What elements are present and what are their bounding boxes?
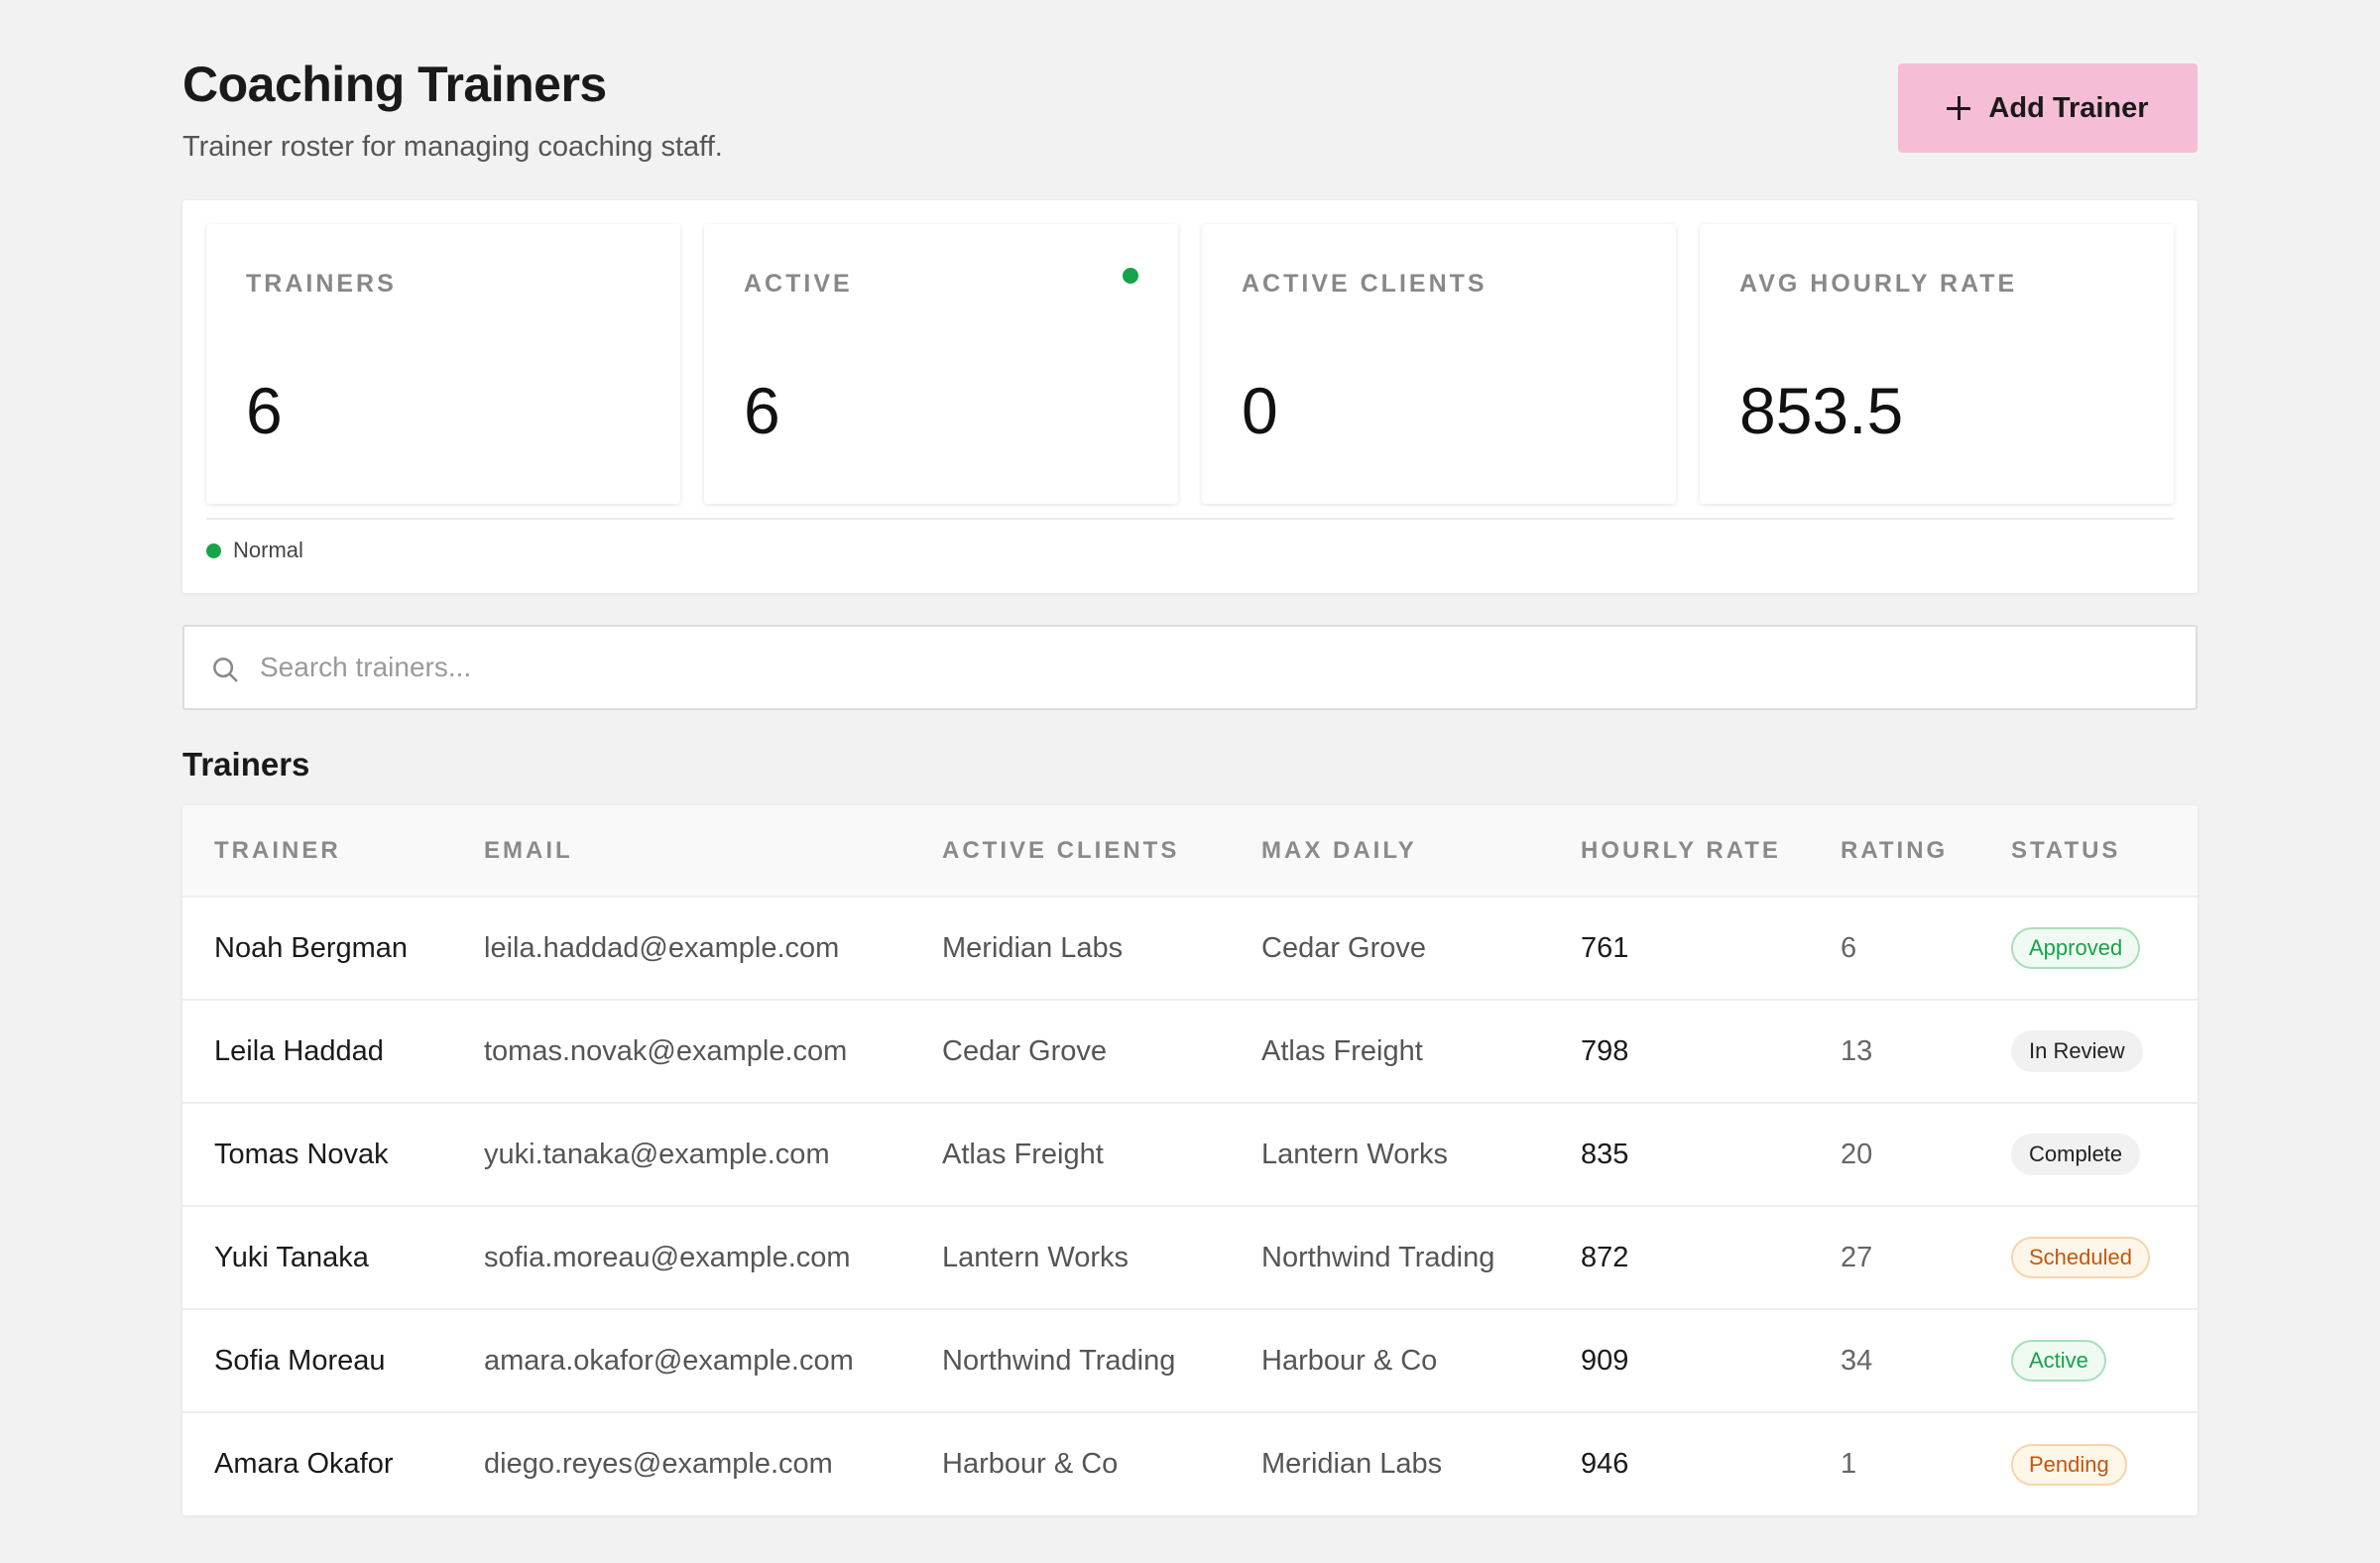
status-badge: Scheduled <box>2011 1237 2150 1278</box>
search-input[interactable] <box>260 627 2174 708</box>
column-header-trainer[interactable]: TRAINER <box>182 805 452 897</box>
stat-card-active-clients: ACTIVE CLIENTS 0 <box>1202 224 1676 504</box>
plus-icon <box>1947 96 1971 120</box>
cell-trainer: Noah Bergman <box>214 931 409 964</box>
cell-trainer: Amara Okafor <box>214 1448 394 1480</box>
cell-rating: 20 <box>1841 1138 1873 1170</box>
status-dot-icon <box>206 542 221 558</box>
cell-hourly-rate: 909 <box>1581 1344 1629 1377</box>
cell-email: tomas.novak@example.com <box>484 1034 848 1067</box>
status-legend-label: Normal <box>233 538 303 562</box>
status-legend: Normal <box>206 538 303 563</box>
add-trainer-label: Add Trainer <box>1988 91 2149 124</box>
cell-trainer: Yuki Tanaka <box>214 1241 369 1273</box>
table-row[interactable]: Sofia Moreau amara.okafor@example.com No… <box>182 1309 2198 1412</box>
stat-value: 0 <box>1242 374 1278 447</box>
page-header: Coaching Trainers Trainer roster for man… <box>182 52 2198 163</box>
stat-card-active: ACTIVE 6 <box>704 224 1178 504</box>
column-header-rating[interactable]: RATING <box>1809 805 1979 897</box>
cell-active-clients: Northwind Trading <box>942 1344 1176 1377</box>
column-header-max-daily[interactable]: MAX DAILY <box>1230 805 1549 897</box>
table-row[interactable]: Noah Bergman leila.haddad@example.com Me… <box>182 897 2198 1000</box>
cell-status: In Review <box>1979 1000 2198 1103</box>
page-title: Coaching Trainers <box>182 57 607 112</box>
column-header-status[interactable]: STATUS <box>1979 805 2198 897</box>
column-header-hourly-rate[interactable]: HOURLY RATE <box>1549 805 1809 897</box>
table-header-row: TRAINER EMAIL ACTIVE CLIENTS MAX DAILY H… <box>182 805 2198 897</box>
add-trainer-button[interactable]: Add Trainer <box>1898 63 2198 153</box>
stats-panel: TRAINERS 6 ACTIVE 6 ACTIVE CLIENTS 0 AVG… <box>182 200 2198 593</box>
cell-status: Complete <box>1979 1103 2198 1206</box>
cell-email: yuki.tanaka@example.com <box>484 1138 830 1170</box>
cell-active-clients: Atlas Freight <box>942 1138 1104 1170</box>
cell-active-clients: Meridian Labs <box>942 931 1124 964</box>
page-subtitle: Trainer roster for managing coaching sta… <box>182 131 723 163</box>
search-icon <box>213 658 238 682</box>
stats-divider <box>206 518 2174 520</box>
cell-rating: 13 <box>1841 1034 1873 1067</box>
cell-rating: 34 <box>1841 1344 1873 1377</box>
table-row[interactable]: Yuki Tanaka sofia.moreau@example.com Lan… <box>182 1206 2198 1309</box>
cell-active-clients: Lantern Works <box>942 1241 1130 1273</box>
column-header-email[interactable]: EMAIL <box>452 805 910 897</box>
status-badge: Approved <box>2011 927 2141 969</box>
cell-active-clients: Cedar Grove <box>942 1034 1108 1067</box>
status-badge: Pending <box>2011 1443 2127 1486</box>
cell-max-daily: Atlas Freight <box>1261 1034 1423 1067</box>
cell-hourly-rate: 872 <box>1581 1241 1629 1273</box>
column-header-active-clients[interactable]: ACTIVE CLIENTS <box>910 805 1230 897</box>
cell-trainer: Leila Haddad <box>214 1034 384 1067</box>
cell-max-daily: Lantern Works <box>1261 1138 1449 1170</box>
status-dot-icon <box>1123 268 1138 284</box>
stat-card-trainers: TRAINERS 6 <box>206 224 680 504</box>
cell-email: sofia.moreau@example.com <box>484 1241 851 1273</box>
cell-rating: 1 <box>1841 1448 1857 1480</box>
cell-trainer: Tomas Novak <box>214 1138 389 1170</box>
table-row[interactable]: Leila Haddad tomas.novak@example.com Ced… <box>182 1000 2198 1103</box>
status-badge: Complete <box>2011 1134 2141 1175</box>
search-box <box>182 625 2198 710</box>
table-row[interactable]: Tomas Novak yuki.tanaka@example.com Atla… <box>182 1103 2198 1206</box>
cell-rating: 27 <box>1841 1241 1873 1273</box>
status-badge: Active <box>2011 1340 2106 1382</box>
cell-email: diego.reyes@example.com <box>484 1448 833 1480</box>
stat-label: ACTIVE <box>744 270 853 298</box>
status-badge: In Review <box>2011 1030 2143 1072</box>
stat-card-avg-hourly-rate: AVG HOURLY RATE 853.5 <box>1700 224 2174 504</box>
cell-hourly-rate: 761 <box>1581 931 1629 964</box>
cell-rating: 6 <box>1841 931 1857 964</box>
cell-email: leila.haddad@example.com <box>484 931 840 964</box>
stat-value: 6 <box>744 374 780 447</box>
stat-label: ACTIVE CLIENTS <box>1242 270 1488 298</box>
section-title: Trainers <box>182 746 310 782</box>
cell-email: amara.okafor@example.com <box>484 1344 854 1377</box>
stat-value: 853.5 <box>1739 374 1904 447</box>
cell-max-daily: Cedar Grove <box>1261 931 1427 964</box>
stat-value: 6 <box>246 374 283 447</box>
cell-status: Pending <box>1979 1412 2198 1515</box>
trainers-table: TRAINER EMAIL ACTIVE CLIENTS MAX DAILY H… <box>182 805 2198 1515</box>
cell-hourly-rate: 835 <box>1581 1138 1629 1170</box>
cell-status: Approved <box>1979 897 2198 1000</box>
cell-status: Scheduled <box>1979 1206 2198 1309</box>
cell-max-daily: Harbour & Co <box>1261 1344 1438 1377</box>
cell-status: Active <box>1979 1309 2198 1412</box>
stat-label: TRAINERS <box>246 270 397 298</box>
cell-hourly-rate: 798 <box>1581 1034 1629 1067</box>
cell-max-daily: Meridian Labs <box>1261 1448 1443 1480</box>
stat-label: AVG HOURLY RATE <box>1739 270 2018 298</box>
cell-active-clients: Harbour & Co <box>942 1448 1119 1480</box>
page: Coaching Trainers Trainer roster for man… <box>0 0 2380 1563</box>
table-row[interactable]: Amara Okafor diego.reyes@example.com Har… <box>182 1412 2198 1515</box>
cell-max-daily: Northwind Trading <box>1261 1241 1495 1273</box>
cell-hourly-rate: 946 <box>1581 1448 1629 1480</box>
cell-trainer: Sofia Moreau <box>214 1344 386 1377</box>
